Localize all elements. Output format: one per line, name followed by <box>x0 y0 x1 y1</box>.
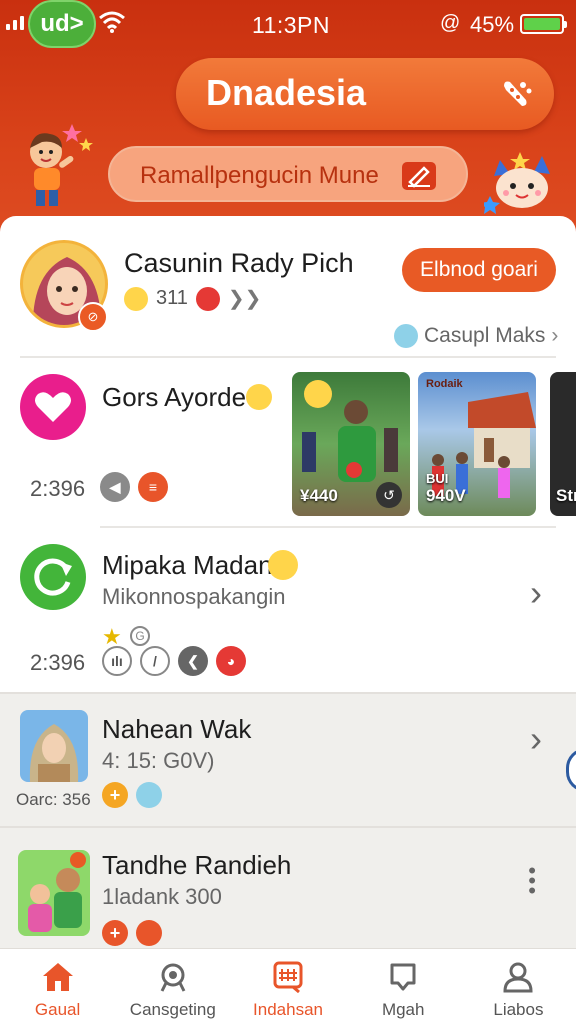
item-meta: 2:396 <box>30 476 86 501</box>
stat-count: 311 <box>156 287 188 309</box>
thumbnail-tag: BUI <box>426 471 449 486</box>
search-bar[interactable]: Ramallpengucin Mune <box>108 146 468 202</box>
item-title: Mipaka Madan <box>102 550 273 580</box>
smile-emoji-icon <box>124 286 148 311</box>
info-icon: G <box>130 626 150 646</box>
casual-link[interactable]: Casupl Maks › <box>394 324 558 348</box>
nav-label: Liabos <box>493 1000 544 1019</box>
home-icon <box>42 963 73 991</box>
nav-badge[interactable]: Cansgeting <box>115 949 230 1024</box>
face-icon[interactable] <box>136 920 162 946</box>
nav-chat[interactable]: Mgah <box>346 949 461 1024</box>
thumbnail-sign: Rodaik <box>426 378 463 390</box>
link-icon: ⊘ <box>78 302 108 332</box>
item-subtitle: Mikonnospakangin <box>102 584 286 609</box>
item-subtitle: 1ladank 300 <box>102 884 222 909</box>
item-subtitle: 4: 15: G0V) <box>102 748 215 773</box>
play-icon[interactable]: ↺ <box>376 482 402 508</box>
thumbnail-label: 940V <box>426 486 466 505</box>
avatar <box>18 850 90 936</box>
add-icon[interactable]: + <box>102 920 128 946</box>
item-actions: ◀ ≡ <box>100 472 168 502</box>
thumbnail-label: Str <box>556 486 576 505</box>
person-icon <box>503 962 533 993</box>
thumbnail-label: ¥440 <box>300 486 338 505</box>
double-chevron-icon[interactable]: ❯❯ <box>228 286 262 311</box>
smile-emoji-icon <box>268 550 298 580</box>
clock: 11:3PN <box>252 12 331 38</box>
grid-icon <box>273 961 303 993</box>
app-title: Dnadesia <box>206 72 367 113</box>
message-icon[interactable]: ≡ <box>138 472 168 502</box>
badge-icon <box>160 963 186 992</box>
app-badge[interactable]: ud> <box>28 0 96 48</box>
slash-icon[interactable]: / <box>140 646 170 676</box>
profile-section: ⊘ Casunin Rady Pich 311 ❯❯ Elbnod goari … <box>0 216 576 356</box>
item-title: Tandhe Randieh <box>102 850 292 880</box>
app-title-bar: Dnadesia <box>176 58 554 130</box>
add-icon[interactable]: + <box>102 782 128 808</box>
video-thumbnail[interactable]: Rodaik BUI 940V <box>418 372 536 516</box>
edit-icon[interactable] <box>402 162 436 190</box>
casual-link-label: Casupl Maks <box>424 324 546 347</box>
more-options-icon[interactable]: • • • <box>528 860 536 902</box>
video-thumbnail[interactable]: ¥440 ↺ <box>292 372 410 516</box>
list-item[interactable]: Tandhe Randieh 1ladank 300 + • • • <box>0 826 576 956</box>
nav-grid[interactable]: Indahsan <box>230 949 345 1024</box>
chat-icon <box>390 963 416 991</box>
nav-home[interactable]: Gaual <box>0 949 115 1024</box>
angry-emoji-icon <box>195 286 220 311</box>
bottom-nav: Gaual Cansgeting Indahsan Mgah Liabos <box>0 948 576 1024</box>
battery-icon <box>520 14 567 34</box>
chevron-right-icon: › <box>551 324 559 347</box>
nav-label: Indahsan <box>253 1000 323 1019</box>
status-bar: ud> 11:3PN @ 45% <box>0 0 576 50</box>
profile-stats: 311 ❯❯ <box>124 286 261 311</box>
item-title: Nahean Wak <box>102 714 252 744</box>
item-actions: + <box>102 920 162 946</box>
refresh-icon <box>20 544 86 610</box>
face-icon <box>394 324 418 348</box>
chevron-right-icon[interactable]: › <box>530 572 542 614</box>
item-meta: Oarc: 356 <box>16 790 91 809</box>
devil-emoji-icon[interactable]: ◕ <box>216 646 246 676</box>
nav-label: Gaual <box>34 1000 81 1019</box>
chart-icon[interactable]: ılı <box>102 646 132 676</box>
list-item[interactable]: Gors Ayorde 2:396 ◀ ≡ ¥440 ↺ Rodaik BUI … <box>0 358 576 526</box>
video-thumbnail[interactable]: Str <box>550 372 576 516</box>
face-icon[interactable] <box>136 782 162 808</box>
content-card: ⊘ Casunin Rady Pich 311 ❯❯ Elbnod goari … <box>0 216 576 956</box>
list-item[interactable]: Nahean Wak 4: 15: G0V) Oarc: 356 + › <box>0 692 576 826</box>
search-text: Ramallpengucin Mune <box>140 162 379 189</box>
heart-icon <box>20 374 86 440</box>
mascot-boy-illustration <box>30 124 93 206</box>
nav-label: Mgah <box>381 1000 425 1019</box>
signal-icon <box>6 16 24 30</box>
item-title: Gors Ayorde <box>102 382 247 412</box>
tag-icon[interactable]: ❮ <box>178 646 208 676</box>
mascot-cat-illustration <box>484 152 550 214</box>
item-meta: 2:396 <box>30 650 86 675</box>
item-actions: ılı / ❮ ◕ <box>102 646 246 676</box>
wifi-icon <box>99 11 125 33</box>
profile-action-button[interactable]: Elbnod goari <box>402 248 556 292</box>
app-header: ud> 11:3PN @ 45% Dnadesia Ramallpengucin… <box>0 0 576 240</box>
list-item[interactable]: Mipaka Madan Mikonnospakangin ★ G 2:396 … <box>0 528 576 690</box>
battery-percent: 45% <box>470 12 515 37</box>
item-actions: + <box>102 782 162 808</box>
send-icon[interactable]: ◀ <box>100 472 130 502</box>
alarm-icon: @ <box>440 12 461 34</box>
chevron-right-icon[interactable]: › <box>530 718 542 760</box>
avatar <box>20 710 88 782</box>
surprised-emoji-icon <box>246 384 272 410</box>
dice-icon[interactable] <box>498 76 534 112</box>
nav-profile[interactable]: Liabos <box>461 949 576 1024</box>
nav-label: Cansgeting <box>129 1000 216 1019</box>
profile-name: Casunin Rady Pich <box>124 248 354 278</box>
